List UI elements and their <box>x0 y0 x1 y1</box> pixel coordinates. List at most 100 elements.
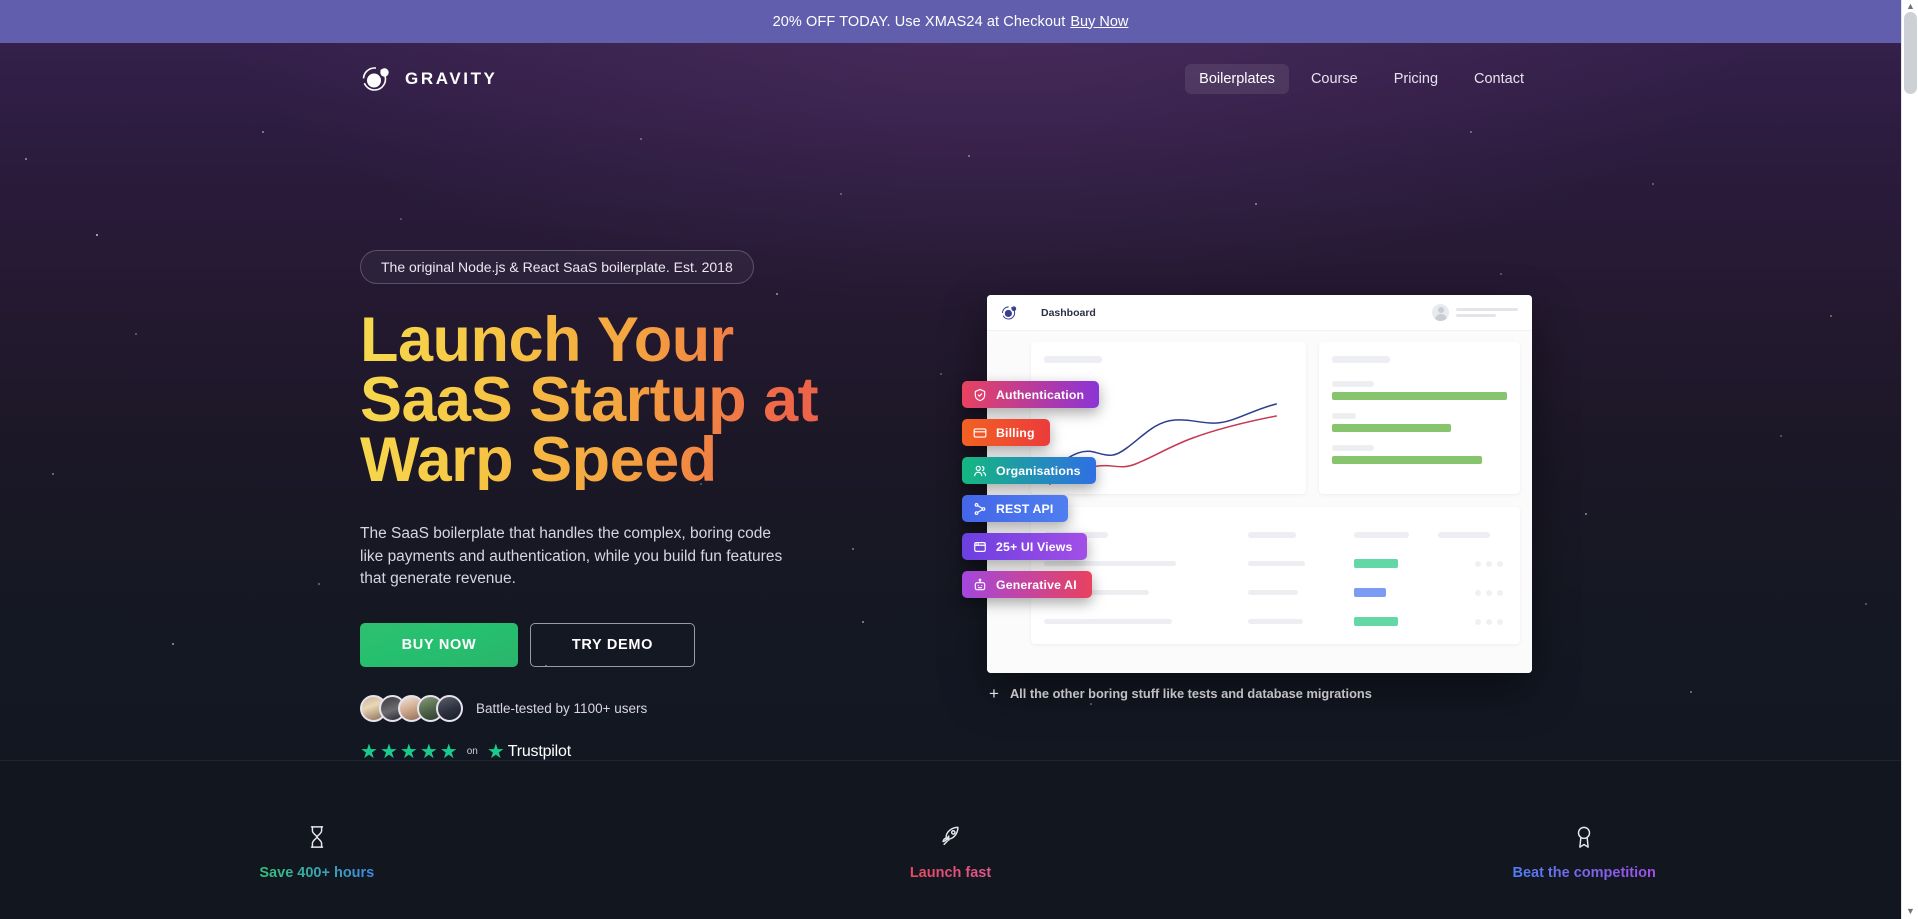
feature-pill-label: Organisations <box>996 463 1081 478</box>
mock-card-title-placeholder <box>1044 356 1102 363</box>
mock-col-header <box>1247 531 1296 538</box>
feature-pill-label: Authentication <box>996 387 1085 402</box>
feature-pill-rest-api[interactable]: REST API <box>962 495 1069 522</box>
page-title: Launch Your SaaS Startup at Warp Speed <box>360 309 880 492</box>
feature-pill-label: 25+ UI Views <box>996 539 1073 554</box>
mock-col-header <box>1437 531 1490 538</box>
buy-now-button[interactable]: BUY NOW <box>360 622 518 667</box>
mock-data-table <box>1031 507 1520 644</box>
hero-subtitle: The SaaS boilerplate that handles the co… <box>360 525 783 587</box>
table-row[interactable] <box>1044 549 1507 578</box>
mock-bar-fill <box>1331 424 1451 432</box>
feature-launch-fast: Launch fast <box>634 824 1268 881</box>
dashboard-mockup: Dashboard Authentication Billing Organis… <box>962 295 1532 703</box>
nav-link-boilerplates[interactable]: Boilerplates <box>1185 64 1289 94</box>
mock-cell <box>1247 561 1305 566</box>
promo-banner: 20% OFF TODAY. Use XMAS24 at Checkout Bu… <box>0 0 1901 43</box>
trustpilot-star-icon: ★ <box>486 740 505 761</box>
medal-icon <box>1577 826 1591 848</box>
table-row[interactable] <box>1044 607 1507 636</box>
hero-eyebrow-badge: The original Node.js & React SaaS boiler… <box>360 250 754 284</box>
window-icon <box>974 541 986 552</box>
mock-bar-label <box>1331 381 1374 387</box>
scroll-up-icon[interactable]: ▲ <box>1905 1 1916 12</box>
users-icon <box>974 465 987 476</box>
star-icon: ★ <box>439 740 458 761</box>
table-row[interactable] <box>1044 578 1507 607</box>
site-header: GRAVITY Boilerplates Course Pricing Cont… <box>0 43 1901 115</box>
feature-pill-organisations[interactable]: Organisations <box>962 457 1096 484</box>
hero-visual: Dashboard Authentication Billing Organis… <box>960 115 1541 760</box>
feature-label: Save 400+ hours <box>259 865 375 881</box>
mock-bar-label <box>1331 413 1356 419</box>
feature-beat-competition: Beat the competition <box>1267 824 1901 881</box>
mock-bar-fill <box>1331 392 1507 400</box>
row-actions[interactable] <box>1438 589 1507 596</box>
mockup-footnote-text: All the other boring stuff like tests an… <box>1009 686 1372 701</box>
social-proof-text: Battle-tested by 1100+ users <box>476 700 648 716</box>
credit-card-icon <box>973 427 987 438</box>
page-scrollbar[interactable]: ▲ ▼ <box>1901 0 1918 919</box>
gravity-orbit-icon <box>360 63 392 95</box>
feature-pill-label: REST API <box>996 501 1054 516</box>
promo-buy-now-link[interactable]: Buy Now <box>1070 14 1128 30</box>
trustpilot-brand[interactable]: ★ Trustpilot <box>487 742 571 761</box>
nav-link-contact[interactable]: Contact <box>1460 64 1538 94</box>
mock-top-row <box>1031 342 1520 494</box>
mock-user-name-placeholder <box>1456 308 1518 317</box>
scrollbar-thumb[interactable] <box>1904 12 1917 94</box>
promo-text: 20% OFF TODAY. Use XMAS24 at Checkout <box>772 13 1066 30</box>
mock-bar-row <box>1331 445 1507 464</box>
trustpilot-wordmark: Trustpilot <box>507 742 571 760</box>
row-actions[interactable] <box>1438 560 1507 567</box>
browser-viewport: 20% OFF TODAY. Use XMAS24 at Checkout Bu… <box>0 0 1901 919</box>
nav-link-course[interactable]: Course <box>1297 64 1372 94</box>
scroll-down-icon[interactable]: ▼ <box>1905 906 1916 917</box>
main-nav: Boilerplates Course Pricing Contact <box>1185 64 1538 94</box>
shield-check-icon <box>974 388 986 401</box>
api-node-icon <box>974 502 986 515</box>
brand-name: GRAVITY <box>405 69 498 88</box>
feature-pill-ui-views[interactable]: 25+ UI Views <box>962 533 1088 560</box>
mock-user-menu[interactable] <box>1432 304 1518 321</box>
status-badge <box>1354 588 1387 597</box>
mock-avatar-icon <box>1432 304 1449 321</box>
try-demo-button[interactable]: TRY DEMO <box>530 622 695 667</box>
robot-icon <box>974 578 986 590</box>
social-proof: Battle-tested by 1100+ users <box>360 694 960 722</box>
mock-card-title-placeholder <box>1331 356 1390 363</box>
feature-pill-authentication[interactable]: Authentication <box>962 381 1100 408</box>
feature-pill-billing[interactable]: Billing <box>962 419 1050 446</box>
feature-pill-list: Authentication Billing Organisations RES… <box>962 381 1100 598</box>
hero-section: GRAVITY Boilerplates Course Pricing Cont… <box>0 43 1901 760</box>
star-icon: ★ <box>419 740 438 761</box>
star-icon: ★ <box>379 740 398 761</box>
trustpilot-rating: ★ ★ ★ ★ ★ on ★ Trustpilot <box>360 742 960 761</box>
feature-pill-label: Billing <box>996 425 1035 440</box>
rocket-icon <box>941 826 959 846</box>
mock-topbar: Dashboard <box>987 295 1532 331</box>
feature-label: Beat the competition <box>1512 865 1656 881</box>
mock-cell <box>1044 619 1172 624</box>
mock-cell <box>1247 590 1298 595</box>
mock-gravity-icon <box>1001 304 1018 321</box>
mock-app-title: Dashboard <box>1041 306 1096 319</box>
hourglass-icon <box>310 826 324 848</box>
row-actions[interactable] <box>1438 618 1507 625</box>
mock-bar-row <box>1331 381 1507 400</box>
plus-icon: + <box>989 684 999 703</box>
feature-save-hours: Save 400+ hours <box>0 824 634 881</box>
mock-bar-label <box>1331 445 1374 451</box>
avatar <box>436 694 463 722</box>
feature-pill-generative-ai[interactable]: Generative AI <box>962 571 1092 598</box>
feature-label: Launch fast <box>909 865 992 881</box>
star-icon: ★ <box>399 740 418 761</box>
avatar-stack <box>360 694 463 722</box>
nav-link-pricing[interactable]: Pricing <box>1380 64 1452 94</box>
mock-main <box>1031 331 1532 673</box>
mock-bar-row <box>1331 413 1507 432</box>
mock-col-header <box>1354 531 1410 538</box>
brand-logo[interactable]: GRAVITY <box>360 63 498 95</box>
table-header-row <box>1044 520 1507 549</box>
rating-stars: ★ ★ ★ ★ ★ <box>360 742 458 761</box>
